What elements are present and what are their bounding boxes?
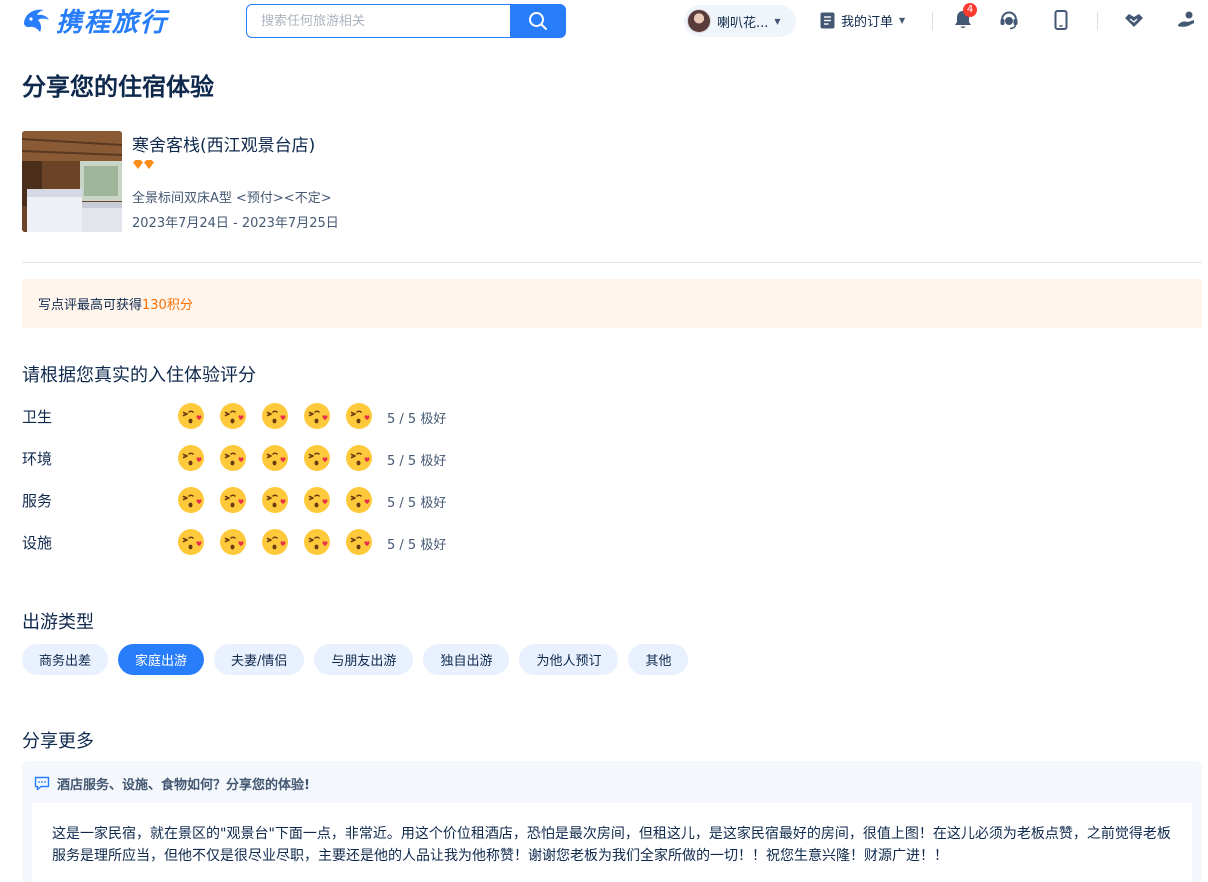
points-prefix: 写点评最高可获得 [38, 298, 143, 313]
rating-emoji-icon[interactable] [219, 528, 247, 556]
rating-score: 5 / 5 [387, 454, 417, 469]
rating-score: 5 / 5 [387, 412, 417, 427]
rating-emoji-icon[interactable] [177, 402, 205, 430]
order-document-icon [820, 12, 835, 29]
rating-score-text: 5 / 5 极好 [387, 408, 446, 427]
search-input[interactable] [246, 4, 510, 38]
diamond-icon [133, 160, 143, 169]
trip-type-options: 商务出差 家庭出游 夫妻/情侣 与朋友出游 独自出游 为他人预订 其他 [22, 644, 689, 675]
brand-name: 携程旅行 [56, 7, 169, 38]
rating-emoji-icon[interactable] [177, 444, 205, 472]
header-divider [932, 12, 933, 30]
avatar [687, 9, 711, 33]
trip-type-chip[interactable]: 其他 [628, 644, 689, 675]
rating-emoji-icon[interactable] [303, 486, 331, 514]
rating-label: 卫生 [22, 408, 53, 426]
my-orders-label: 我的订单 [841, 15, 894, 30]
rating-emoji-icon[interactable] [303, 528, 331, 556]
rating-description: 极好 [420, 496, 447, 511]
page-title: 分享您的住宿体验 [22, 73, 214, 101]
search-button[interactable] [510, 4, 566, 38]
rating-emoji-icon[interactable] [345, 402, 373, 430]
hotel-thumbnail[interactable] [22, 131, 122, 232]
rating-emoji-icon[interactable] [261, 402, 289, 430]
trip-type-chip[interactable]: 独自出游 [423, 644, 510, 675]
hotel-name[interactable]: 寒舍客栈(西江观景台店) [132, 131, 315, 156]
rating-emoji-icon[interactable] [345, 528, 373, 556]
trip-type-chip[interactable]: 为他人预订 [519, 644, 619, 675]
customer-service-icon[interactable] [998, 9, 1020, 31]
rating-emoji-icon[interactable] [261, 486, 289, 514]
rating-description: 极好 [420, 412, 447, 427]
rating-row: 环境 5 / 5 极好 [22, 444, 522, 474]
rating-emoji-icon[interactable] [219, 444, 247, 472]
share-more-title: 分享更多 [22, 731, 94, 752]
rating-row: 卫生 5 / 5 极好 [22, 402, 522, 432]
rating-label: 环境 [22, 450, 53, 468]
diamond-icon [144, 160, 154, 169]
hotel-room-image [22, 131, 122, 232]
rating-description: 极好 [420, 538, 447, 553]
rating-emoji-icon[interactable] [177, 528, 205, 556]
rating-emoji-icon[interactable] [261, 528, 289, 556]
caret-down-icon: ▼ [899, 16, 906, 25]
search-bar [246, 4, 566, 38]
rating-score: 5 / 5 [387, 538, 417, 553]
rating-score-text: 5 / 5 极好 [387, 534, 446, 553]
rating-section-title: 请根据您真实的入住体验评分 [22, 365, 256, 386]
rating-emoji-icon[interactable] [219, 402, 247, 430]
comment-bubble-icon [34, 776, 50, 791]
trip-type-chip[interactable]: 商务出差 [22, 644, 109, 675]
section-divider [22, 262, 1202, 263]
my-orders-menu[interactable]: 我的订单 ▼ [820, 11, 905, 30]
diamond-rating [133, 160, 154, 169]
review-hint-text: 酒店服务、设施、食物如何？分享您的体验! [57, 778, 310, 793]
rating-score-text: 5 / 5 极好 [387, 492, 446, 511]
rating-emoji-icon[interactable] [345, 486, 373, 514]
review-hint: 酒店服务、设施、食物如何？分享您的体验! [34, 774, 310, 793]
trip-type-title: 出游类型 [22, 612, 94, 633]
user-name: 喇叭花... [717, 15, 769, 31]
login-icon[interactable] [1175, 9, 1197, 31]
rating-score: 5 / 5 [387, 496, 417, 511]
rating-emoji-icon[interactable] [219, 486, 247, 514]
user-menu[interactable]: 喇叭花... ▼ [684, 5, 796, 37]
top-nav: 携程旅行 喇叭花... ▼ 我的订单 ▼ 4 [0, 0, 1208, 42]
room-type: 全景标间双床A型 <预付><不定> [132, 191, 332, 206]
brand-logo[interactable]: 携程旅行 [20, 2, 168, 38]
rating-description: 极好 [420, 454, 447, 469]
trip-type-chip[interactable]: 与朋友出游 [314, 644, 414, 675]
dolphin-logo-icon [24, 9, 49, 32]
rating-row: 设施 5 / 5 极好 [22, 528, 522, 558]
review-editor: 酒店服务、设施、食物如何？分享您的体验! 这是一家民宿，就在景区的"观景台"下面… [22, 761, 1202, 882]
points-banner: 写点评最高可获得130积分 [22, 279, 1202, 328]
rating-emoji-icon[interactable] [345, 444, 373, 472]
rating-label: 设施 [22, 534, 53, 552]
rating-score-text: 5 / 5 极好 [387, 450, 446, 469]
rating-emoji-icon[interactable] [177, 486, 205, 514]
trip-type-chip[interactable]: 家庭出游 [118, 644, 205, 675]
caret-down-icon: ▼ [774, 16, 781, 26]
stay-dates: 2023年7月24日 - 2023年7月25日 [132, 216, 339, 231]
points-amount: 130积分 [142, 298, 193, 313]
handshake-icon[interactable] [1123, 9, 1145, 31]
review-textarea[interactable]: 这是一家民宿，就在景区的"观景台"下面一点，非常近。用这个价位租酒店，恐怕是最次… [32, 803, 1192, 882]
rating-emoji-icon[interactable] [303, 444, 331, 472]
search-icon [529, 12, 547, 30]
header-divider [1097, 12, 1098, 30]
rating-emoji-icon[interactable] [261, 444, 289, 472]
rating-row: 服务 5 / 5 极好 [22, 486, 522, 516]
mobile-app-icon[interactable] [1050, 9, 1072, 31]
notification-badge: 4 [963, 3, 977, 17]
trip-type-chip[interactable]: 夫妻/情侣 [214, 644, 305, 675]
rating-label: 服务 [22, 492, 53, 510]
rating-emoji-icon[interactable] [303, 402, 331, 430]
